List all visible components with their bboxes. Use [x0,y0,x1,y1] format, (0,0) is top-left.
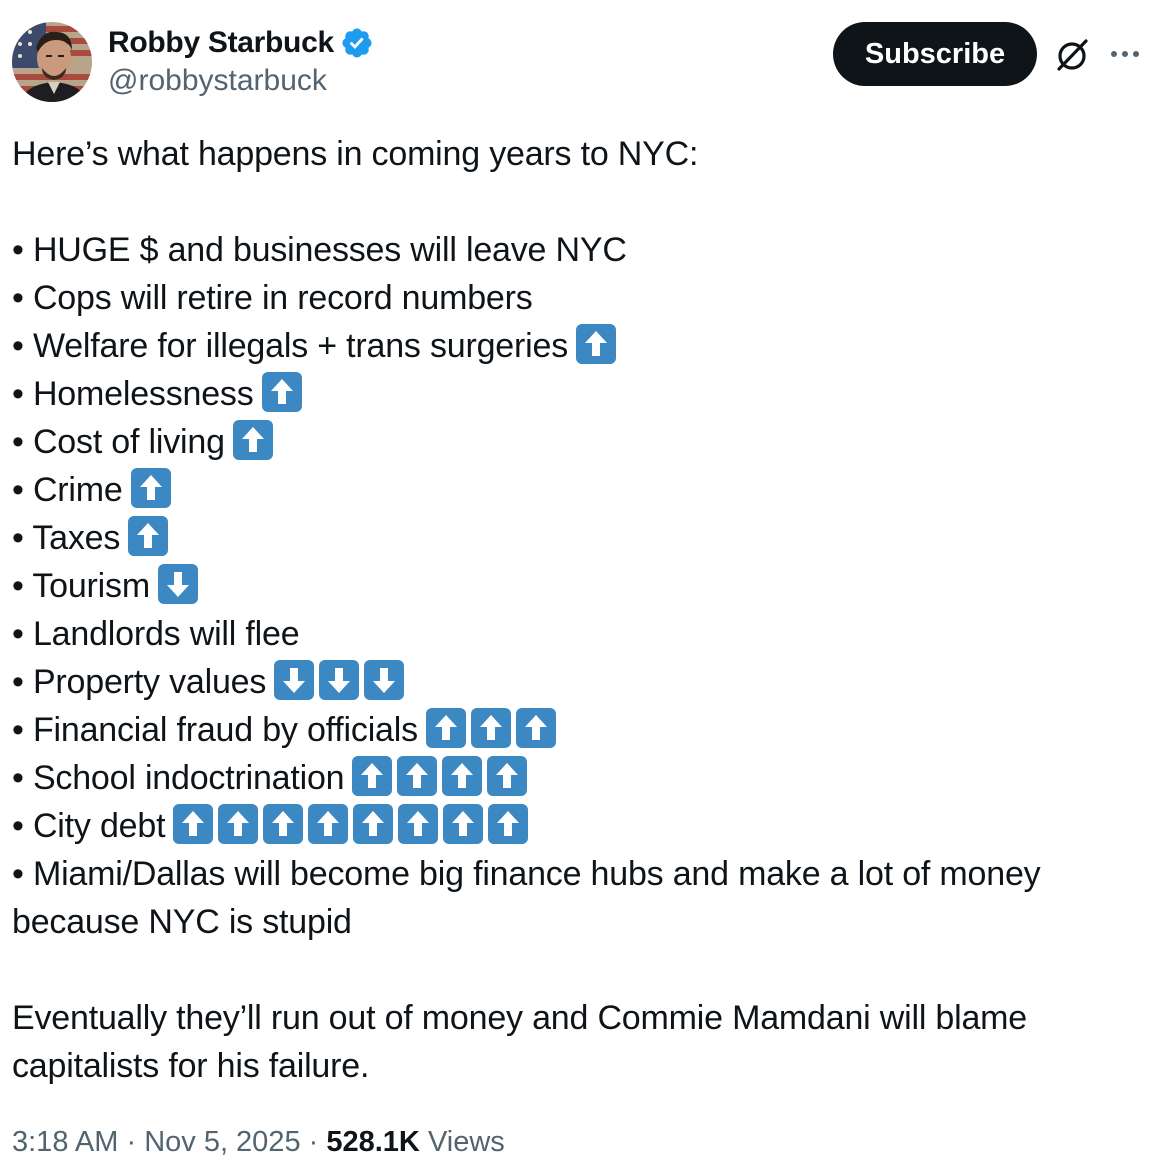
tweet-text: Here’s what happens in coming years to N… [12,130,1142,1090]
arrow-emoji-group [173,804,533,845]
up-arrow-icon [218,804,259,845]
down-arrow-icon [364,660,405,701]
down-arrow-icon [319,660,360,701]
author-display-name[interactable]: Robby Starbuck [108,26,334,60]
up-arrow-icon [442,756,483,797]
arrow-emoji-group [130,468,176,509]
list-item: • City debt [12,802,1142,850]
meta-separator: · [126,1126,145,1158]
list-item: • Miami/Dallas will become big finance h… [12,850,1142,946]
list-item-text: • Crime [12,471,123,509]
arrow-emoji-group [425,708,561,749]
list-item-text: • Tourism [12,567,150,605]
up-arrow-icon [397,756,438,797]
up-arrow-icon [488,804,529,845]
list-item: • Property values [12,658,1142,706]
list-item: • Homelessness [12,370,1142,418]
list-item-text: • Cops will retire in record numbers [12,279,533,317]
list-item-text: • Landlords will flee [12,615,300,653]
author-handle[interactable]: @robbystarbuck [108,64,327,98]
down-arrow-icon [274,660,315,701]
list-item-text: • Financial fraud by officials [12,711,418,749]
tweet: Robby Starbuck @robbystarbuck Subscribe … [0,0,1154,1172]
tweet-intro: Here’s what happens in coming years to N… [12,135,699,173]
tweet-date[interactable]: Nov 5, 2025 [144,1126,300,1158]
up-arrow-icon [576,324,617,365]
list-item: • Tourism [12,562,1142,610]
up-arrow-icon [263,804,304,845]
list-item-text: • Homelessness [12,375,254,413]
list-item: • Cops will retire in record numbers [12,274,1142,322]
arrow-emoji-group [232,420,278,461]
up-arrow-icon [425,708,466,749]
up-arrow-icon [515,708,556,749]
grok-icon[interactable] [1053,36,1091,74]
list-item-text: • City debt [12,807,166,845]
arrow-emoji-group [352,756,532,797]
author-name-row: Robby Starbuck [108,24,374,62]
list-item: • Crime [12,466,1142,514]
list-item: • Taxes [12,514,1142,562]
up-arrow-icon [261,372,302,413]
arrow-emoji-group [261,372,307,413]
tweet-list: • HUGE $ and businesses will leave NYC • … [12,226,1142,946]
list-item-text: • School indoctrination [12,759,345,797]
meta-separator: · [308,1126,327,1158]
views-count: 528.1K [326,1126,420,1158]
views-label: Views [427,1126,505,1158]
list-item: • Welfare for illegals + trans surgeries [12,322,1142,370]
list-item-text: • Taxes [12,519,121,557]
list-item: • Cost of living [12,418,1142,466]
list-item: • Landlords will flee [12,610,1142,658]
up-arrow-icon [173,804,214,845]
tweet-meta: 3:18 AM · Nov 5, 2025 · 528.1K Views [12,1122,505,1162]
list-item: • HUGE $ and businesses will leave NYC [12,226,1142,274]
arrow-emoji-group [128,516,173,557]
list-item-text: • HUGE $ and businesses will leave NYC [12,231,627,269]
up-arrow-icon [353,804,394,845]
list-item: • Financial fraud by officials [12,706,1142,754]
up-arrow-icon [443,804,484,845]
avatar[interactable] [12,22,92,102]
down-arrow-icon [157,564,198,605]
arrow-emoji-group [274,660,409,701]
up-arrow-icon [128,516,169,557]
up-arrow-icon [232,420,273,461]
subscribe-button[interactable]: Subscribe [833,22,1037,86]
verified-badge-icon[interactable] [340,26,374,60]
up-arrow-icon [308,804,349,845]
up-arrow-icon [398,804,439,845]
tweet-closing: Eventually they’ll run out of money and … [12,999,1028,1085]
list-item-text: • Property values [12,663,267,701]
arrow-emoji-group [576,324,621,365]
up-arrow-icon [487,756,528,797]
up-arrow-icon [470,708,511,749]
list-item: • School indoctrination [12,754,1142,802]
list-item-text: • Welfare for illegals + trans surgeries [12,327,569,365]
list-item-text: • Cost of living [12,423,225,461]
up-arrow-icon [130,468,171,509]
tweet-time[interactable]: 3:18 AM [12,1126,118,1158]
more-icon[interactable] [1108,40,1142,68]
arrow-emoji-group [157,564,203,605]
up-arrow-icon [352,756,393,797]
list-item-text: • Miami/Dallas will become big finance h… [12,855,1041,941]
